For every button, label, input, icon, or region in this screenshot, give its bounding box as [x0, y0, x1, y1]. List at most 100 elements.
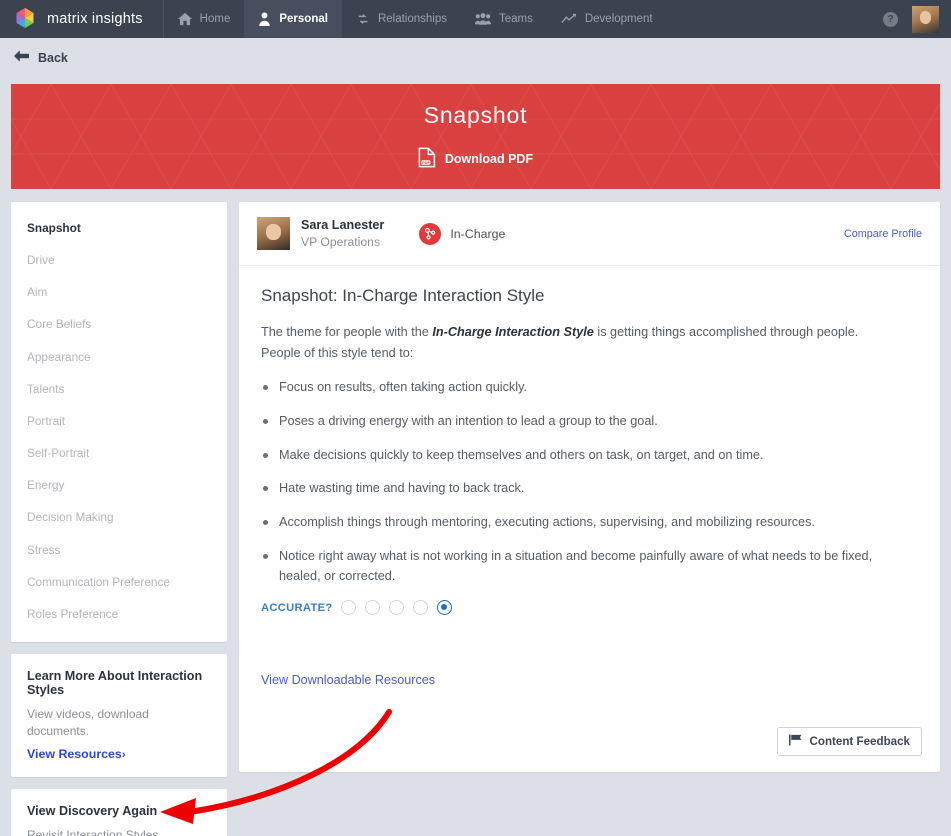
sidebar-item-label: Snapshot: [27, 221, 81, 235]
profile-role: VP Operations: [301, 235, 381, 249]
main-content-card: Sara Lanester VP Operations In-Charge Co…: [239, 202, 940, 773]
nav-item-teams[interactable]: Teams: [461, 0, 547, 38]
sidebar-item-label: Communication Preference: [27, 574, 170, 589]
nav-item-teams-label: Teams: [498, 13, 533, 25]
nav-item-relationships-label: Relationships: [377, 13, 447, 25]
profile-header: Sara Lanester VP Operations In-Charge Co…: [239, 202, 940, 267]
list-item: Poses a driving energy with an intention…: [261, 412, 901, 432]
accuracy-option-4[interactable]: [413, 600, 429, 616]
matrix-insights-logo-icon: [12, 6, 38, 32]
back-button[interactable]: Back: [0, 38, 951, 77]
banner-pattern: [11, 84, 940, 189]
brand-name: matrix insights: [47, 11, 143, 27]
interaction-style-chip: In-Charge: [419, 222, 506, 245]
top-navigation-bar: matrix insights Home Personal Relationsh…: [0, 0, 951, 38]
avatar[interactable]: [912, 5, 939, 33]
chevron-right-icon: ›: [121, 748, 126, 761]
sidebar-item-talents[interactable]: Talents: [11, 373, 227, 405]
relationships-icon: [356, 12, 370, 26]
content-feedback-button[interactable]: Content Feedback: [776, 727, 922, 757]
promo-card-learn-more: Learn More About Interaction Styles View…: [11, 654, 227, 777]
sidebar-item-label: Self-Portrait: [27, 446, 90, 461]
person-icon: [258, 12, 271, 26]
promo-title: Learn More About Interaction Styles: [27, 669, 203, 698]
view-downloadable-resources-link[interactable]: View Downloadable Resources: [239, 615, 940, 687]
profile-name: Sara Lanester: [301, 218, 385, 232]
sidebar-item-decision-making[interactable]: Decision Making: [11, 501, 227, 533]
promo-description: Revisit Interaction Styles Discovery to …: [27, 827, 159, 836]
nav-item-personal-label: Personal: [279, 13, 328, 25]
help-icon[interactable]: ?: [883, 11, 898, 27]
sidebar-item-label: Energy: [27, 478, 65, 493]
sidebar-item-label: Core Beliefs: [27, 317, 92, 332]
sidebar-item-aim[interactable]: Aim: [11, 276, 227, 308]
teams-icon: [474, 12, 491, 26]
view-resources-label: View Resources: [27, 746, 122, 761]
page-layout: Snapshot Drive Aim Core Beliefs Appearan…: [0, 189, 951, 836]
brand-logo-group[interactable]: matrix insights: [0, 0, 164, 38]
list-item: Notice right away what is not working in…: [261, 547, 901, 586]
sidebar-item-label: Drive: [27, 253, 55, 268]
sidebar-item-energy[interactable]: Energy: [11, 469, 227, 501]
nav-item-home-label: Home: [199, 13, 231, 25]
sidebar-item-label: Stress: [27, 542, 61, 557]
interaction-style-label: In-Charge: [450, 226, 506, 241]
sidebar-item-label: Decision Making: [27, 510, 114, 525]
nav-item-development-label: Development: [584, 13, 653, 25]
list-item: Hate wasting time and having to back tra…: [261, 479, 901, 499]
content-feedback-label: Content Feedback: [809, 735, 911, 749]
list-item: Accomplish things through mentoring, exe…: [261, 513, 901, 533]
intro-paragraph: The theme for people with the In-Charge …: [261, 322, 901, 364]
pdf-file-icon: PDF: [418, 147, 436, 171]
accuracy-option-3[interactable]: [389, 600, 405, 616]
sidebar-item-label: Talents: [27, 381, 65, 396]
profile-identity: Sara Lanester VP Operations: [301, 217, 384, 250]
accuracy-option-2[interactable]: [365, 600, 381, 616]
sidebar-item-self-portrait[interactable]: Self-Portrait: [11, 437, 227, 469]
accuracy-rating-group: ACCURATE?: [261, 600, 918, 616]
sidebar-item-label: Aim: [27, 285, 48, 300]
list-item: Focus on results, often taking action qu…: [261, 378, 901, 398]
section-heading: Snapshot: In-Charge Interaction Style: [261, 286, 545, 306]
sidebar-item-roles-preference[interactable]: Roles Preference: [11, 598, 227, 630]
nav-item-relationships[interactable]: Relationships: [342, 0, 461, 38]
sidebar-item-core-beliefs[interactable]: Core Beliefs: [11, 308, 227, 340]
sidebar-item-communication-preference[interactable]: Communication Preference: [11, 566, 227, 598]
intro-emphasis: In-Charge Interaction Style: [432, 325, 594, 340]
back-label: Back: [38, 50, 68, 65]
promo-title: View Discovery Again: [27, 803, 158, 818]
sidebar-item-label: Roles Preference: [27, 606, 119, 621]
accuracy-label: ACCURATE?: [261, 601, 333, 614]
in-charge-style-icon: [419, 222, 442, 245]
nav-item-development[interactable]: Development: [547, 0, 667, 38]
sidebar-item-appearance[interactable]: Appearance: [11, 341, 227, 373]
sidebar-item-label: Appearance: [27, 349, 91, 364]
nav-item-home[interactable]: Home: [164, 0, 245, 38]
sidebar-item-label: Portrait: [27, 413, 66, 428]
view-resources-link[interactable]: View Resources›: [27, 747, 211, 761]
compare-profile-link[interactable]: Compare Profile: [844, 228, 922, 240]
svg-text:PDF: PDF: [422, 161, 430, 165]
feedback-area: Content Feedback: [239, 687, 940, 772]
profile-avatar: [257, 217, 290, 251]
sidebar: Snapshot Drive Aim Core Beliefs Appearan…: [11, 202, 227, 836]
arrow-left-icon: [14, 50, 29, 65]
download-pdf-button[interactable]: PDF Download PDF: [418, 147, 533, 171]
intro-before: The theme for people with the: [261, 325, 433, 340]
content-body: Snapshot: In-Charge Interaction Style Th…: [239, 266, 940, 616]
sidebar-item-portrait[interactable]: Portrait: [11, 405, 227, 437]
snapshot-banner: Snapshot PDF Download PDF: [11, 84, 940, 189]
nav-item-personal[interactable]: Personal: [244, 0, 342, 38]
accuracy-option-5[interactable]: [437, 600, 453, 616]
accuracy-option-1[interactable]: [341, 600, 357, 616]
sidebar-section-nav: Snapshot Drive Aim Core Beliefs Appearan…: [11, 202, 227, 643]
sidebar-item-drive[interactable]: Drive: [11, 244, 227, 276]
home-icon: [177, 12, 192, 26]
promo-description: View videos, download documents.: [27, 707, 149, 739]
sidebar-item-stress[interactable]: Stress: [11, 534, 227, 566]
chart-line-icon: [561, 13, 577, 25]
nav-right-group: ?: [883, 0, 951, 38]
sidebar-item-snapshot[interactable]: Snapshot: [11, 212, 227, 244]
flag-icon: [788, 734, 802, 749]
traits-list: Focus on results, often taking action qu…: [261, 378, 918, 586]
